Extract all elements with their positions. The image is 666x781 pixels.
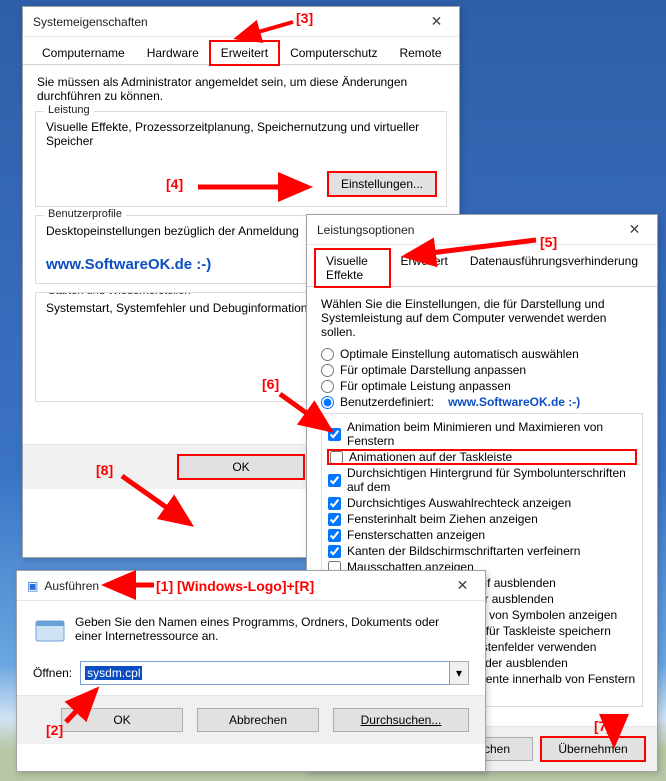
browse-button-run[interactable]: Durchsuchen...: [333, 708, 469, 732]
radio-auto-label: Optimale Einstellung automatisch auswähl…: [340, 347, 579, 361]
run-desc: Geben Sie den Namen eines Programms, Ord…: [75, 615, 469, 649]
chk-label: Animation beim Minimieren und Maximieren…: [347, 420, 636, 448]
tab-erweitert-perf[interactable]: Erweitert: [390, 249, 459, 287]
chk-transparent-bg[interactable]: Durchsichtigen Hintergrund für Symbolunt…: [328, 466, 636, 494]
apply-button-perf[interactable]: Übernehmen: [541, 737, 645, 761]
tab-visuelle-effekte[interactable]: Visuelle Effekte: [315, 249, 390, 287]
perf-title: Leistungsoptionen: [317, 223, 612, 237]
sysprops-admin-note: Sie müssen als Administrator angemeldet …: [23, 65, 459, 103]
cancel-button-run[interactable]: Abbrechen: [197, 708, 319, 732]
tab-erweitert[interactable]: Erweitert: [210, 41, 279, 65]
group-benutzerprofile-label: Benutzerprofile: [44, 208, 126, 220]
titlebar-run: ▣ Ausführen ✕: [17, 571, 485, 601]
run-open-value: sysdm.cpl: [85, 666, 142, 680]
chk-anim-taskbar[interactable]: Animationen auf der Taskleiste: [330, 450, 634, 464]
run-title: Ausführen: [44, 579, 440, 593]
perf-intro: Wählen Sie die Einstellungen, die für Da…: [307, 287, 657, 339]
perf-tabs: Visuelle Effekte Erweitert Datenausführu…: [307, 245, 657, 287]
group-leistung: Leistung Visuelle Effekte, Prozessorzeit…: [35, 111, 447, 207]
chk-window-shadow[interactable]: Fensterschatten anzeigen: [328, 528, 636, 542]
chk-font-edges[interactable]: Kanten der Bildschirmschriftarten verfei…: [328, 544, 636, 558]
radio-best-appearance-label: Für optimale Darstellung anpassen: [340, 363, 526, 377]
radio-best-performance[interactable]: Für optimale Leistung anpassen: [321, 379, 643, 393]
titlebar-sysprops: Systemeigenschaften ✕: [23, 7, 459, 37]
group-starten-label: Starten und Wiederherstellen: [44, 292, 194, 297]
radio-custom[interactable]: Benutzerdefiniert: www.SoftwareOK.de :-): [321, 395, 643, 409]
radio-custom-label: Benutzerdefiniert:: [340, 395, 434, 409]
chevron-down-icon[interactable]: ▾: [450, 661, 469, 685]
tab-hardware[interactable]: Hardware: [136, 41, 210, 65]
chk-transparent-select[interactable]: Durchsichtiges Auswahlrechteck anzeigen: [328, 496, 636, 510]
sysprops-title: Systemeigenschaften: [33, 15, 414, 29]
chk-label: Durchsichtiges Auswahlrechteck anzeigen: [347, 496, 571, 510]
close-icon[interactable]: ✕: [612, 215, 657, 244]
chk-label: Kanten der Bildschirmschriftarten verfei…: [347, 544, 580, 558]
group-leistung-desc: Visuelle Effekte, Prozessorzeitplanung, …: [46, 120, 436, 148]
ok-button-sysprops[interactable]: OK: [178, 455, 304, 479]
chk-label: Fensterschatten anzeigen: [347, 528, 485, 542]
group-leistung-label: Leistung: [44, 104, 94, 116]
radio-best-appearance[interactable]: Für optimale Darstellung anpassen: [321, 363, 643, 377]
chk-anim-minmax[interactable]: Animation beim Minimieren und Maximieren…: [328, 420, 636, 448]
run-footer: OK Abbrechen Durchsuchen...: [17, 695, 485, 744]
radio-best-performance-label: Für optimale Leistung anpassen: [340, 379, 511, 393]
tab-dep[interactable]: Datenausführungsverhinderung: [459, 249, 649, 287]
chk-label: Animationen auf der Taskleiste: [349, 450, 512, 464]
chk-label: Durchsichtigen Hintergrund für Symbolunt…: [347, 466, 636, 494]
run-open-label: Öffnen:: [33, 666, 72, 680]
run-dialog: ▣ Ausführen ✕ Geben Sie den Namen eines …: [16, 570, 486, 772]
chk-label: Fensterinhalt beim Ziehen anzeigen: [347, 512, 538, 526]
close-icon[interactable]: ✕: [414, 7, 459, 36]
tab-computerschutz[interactable]: Computerschutz: [279, 41, 388, 65]
chk-window-drag[interactable]: Fensterinhalt beim Ziehen anzeigen: [328, 512, 636, 526]
sysprops-tabs: Computername Hardware Erweitert Computer…: [23, 37, 459, 65]
close-icon[interactable]: ✕: [440, 571, 485, 600]
tab-computername[interactable]: Computername: [31, 41, 136, 65]
tab-remote[interactable]: Remote: [388, 41, 452, 65]
radio-auto[interactable]: Optimale Einstellung automatisch auswähl…: [321, 347, 643, 361]
settings-button-leistung[interactable]: Einstellungen...: [328, 172, 436, 196]
titlebar-perf: Leistungsoptionen ✕: [307, 215, 657, 245]
ok-button-run[interactable]: OK: [61, 708, 183, 732]
link-softwareok-2[interactable]: www.SoftwareOK.de :-): [448, 395, 580, 409]
run-open-input[interactable]: sysdm.cpl: [80, 661, 450, 685]
run-app-icon: [33, 615, 67, 649]
run-icon-small: ▣: [27, 579, 38, 593]
